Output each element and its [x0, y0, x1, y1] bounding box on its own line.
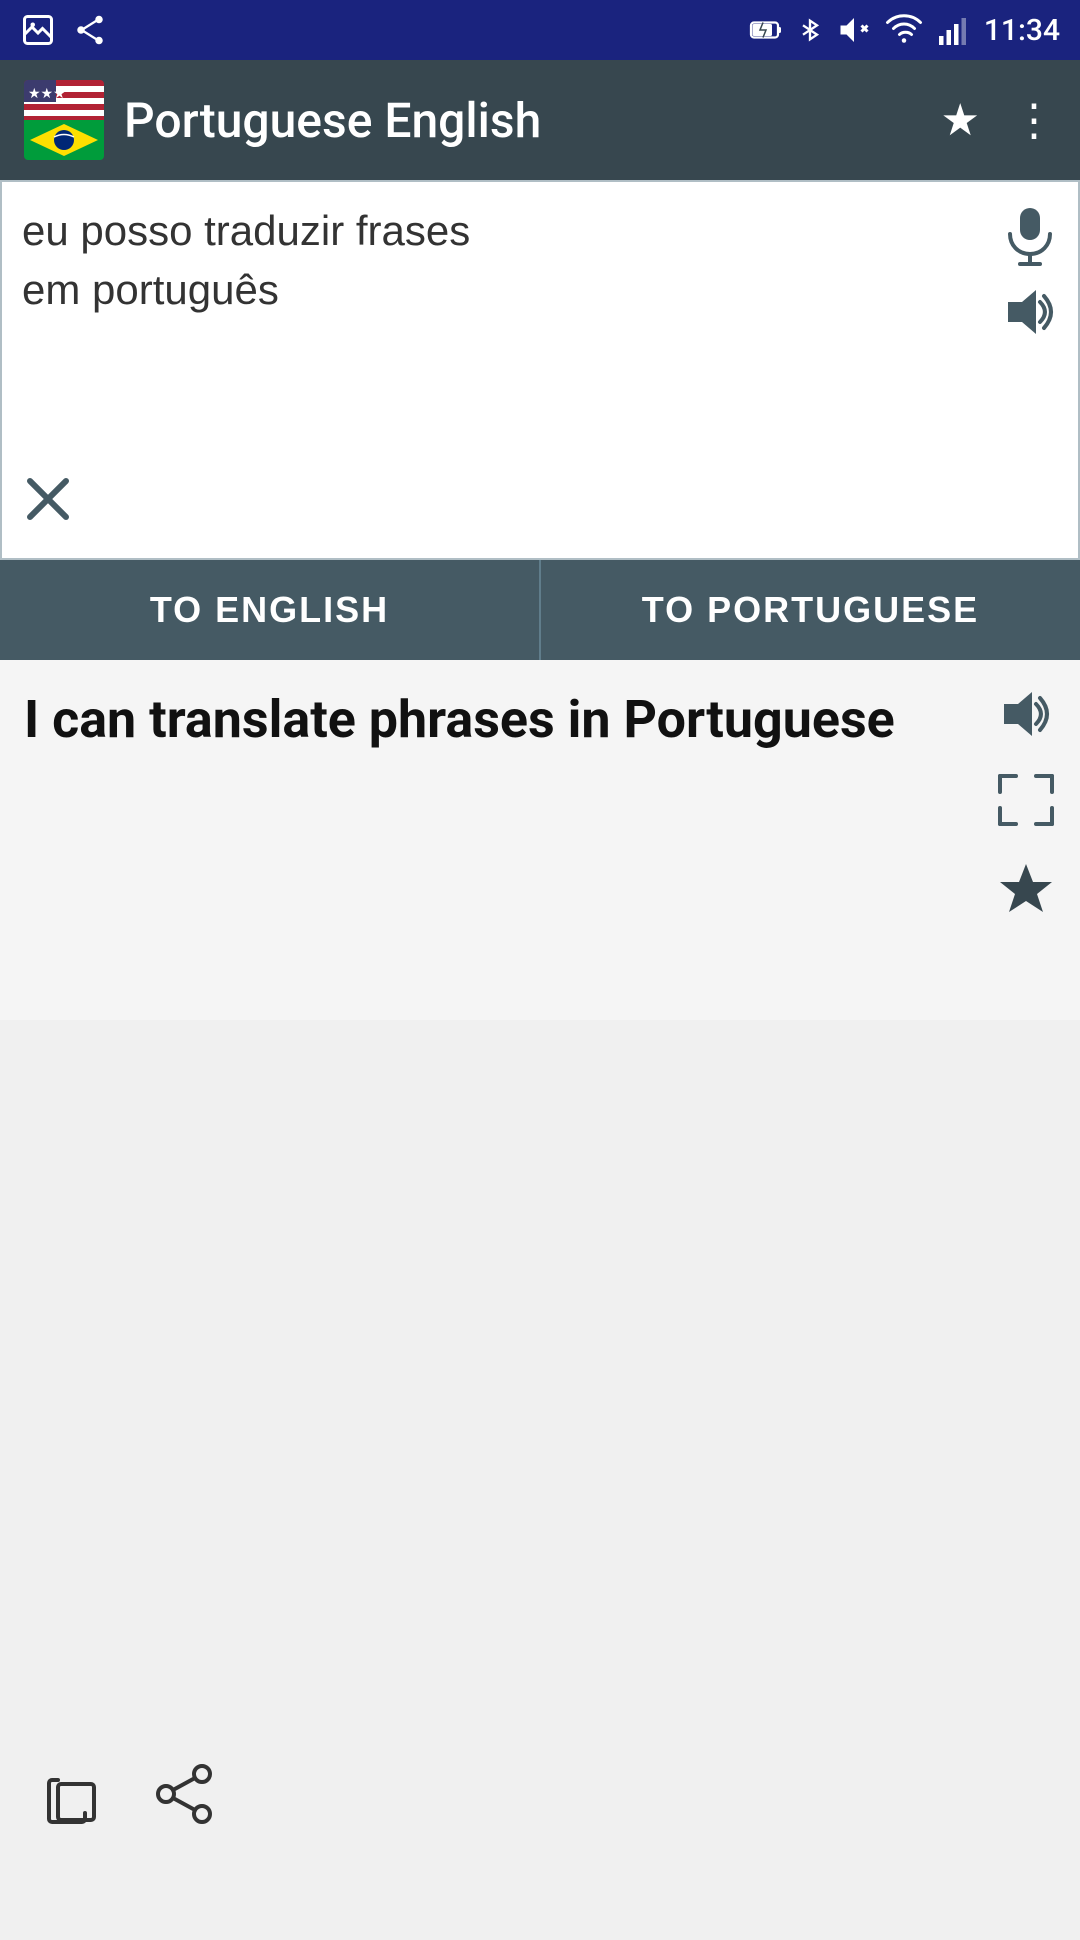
- input-area: [2, 182, 1078, 422]
- status-bar-right: 11:34: [748, 12, 1060, 48]
- clear-button[interactable]: [22, 473, 74, 538]
- svg-text:★★★: ★★★: [28, 86, 66, 102]
- share-button[interactable]: [152, 1762, 216, 1839]
- favorite-result-button[interactable]: [997, 860, 1055, 918]
- favorite-button[interactable]: ★: [941, 94, 980, 146]
- result-section: I can translate phrases in Portuguese: [0, 660, 1080, 1020]
- status-bar: 11:34: [0, 0, 1080, 60]
- expand-button[interactable]: [996, 772, 1056, 828]
- app-bar-actions: ★ ⋮: [941, 94, 1056, 146]
- mute-icon: [836, 12, 872, 48]
- microphone-button[interactable]: [1004, 206, 1056, 266]
- source-text-input[interactable]: [22, 202, 986, 402]
- to-portuguese-button[interactable]: TO PORTUGUESE: [541, 560, 1080, 660]
- status-time: 11:34: [984, 13, 1060, 48]
- translated-text: I can translate phrases in Portuguese: [24, 684, 980, 996]
- signal-icon: [936, 12, 972, 48]
- speak-result-button[interactable]: [998, 688, 1054, 740]
- speak-input-button[interactable]: [1002, 286, 1058, 338]
- input-icons: [1002, 202, 1058, 402]
- battery-icon: [748, 12, 784, 48]
- status-bar-left: [20, 12, 108, 48]
- nodes-icon: [72, 12, 108, 48]
- app-bar: ★★★ Portuguese English ★ ⋮: [0, 60, 1080, 180]
- bottom-bar: [0, 1740, 1080, 1860]
- to-english-button[interactable]: TO ENGLISH: [0, 560, 541, 660]
- app-title: Portuguese English: [124, 92, 921, 149]
- translation-buttons: TO ENGLISH TO PORTUGUESE: [0, 560, 1080, 660]
- more-options-button[interactable]: ⋮: [1012, 94, 1056, 146]
- wifi-icon: [884, 12, 924, 48]
- image-icon: [20, 12, 56, 48]
- input-section: [0, 180, 1080, 560]
- result-icons: [996, 684, 1056, 996]
- app-logo: ★★★: [24, 80, 104, 160]
- bluetooth-icon: [796, 12, 824, 48]
- copy-button[interactable]: [40, 1762, 104, 1839]
